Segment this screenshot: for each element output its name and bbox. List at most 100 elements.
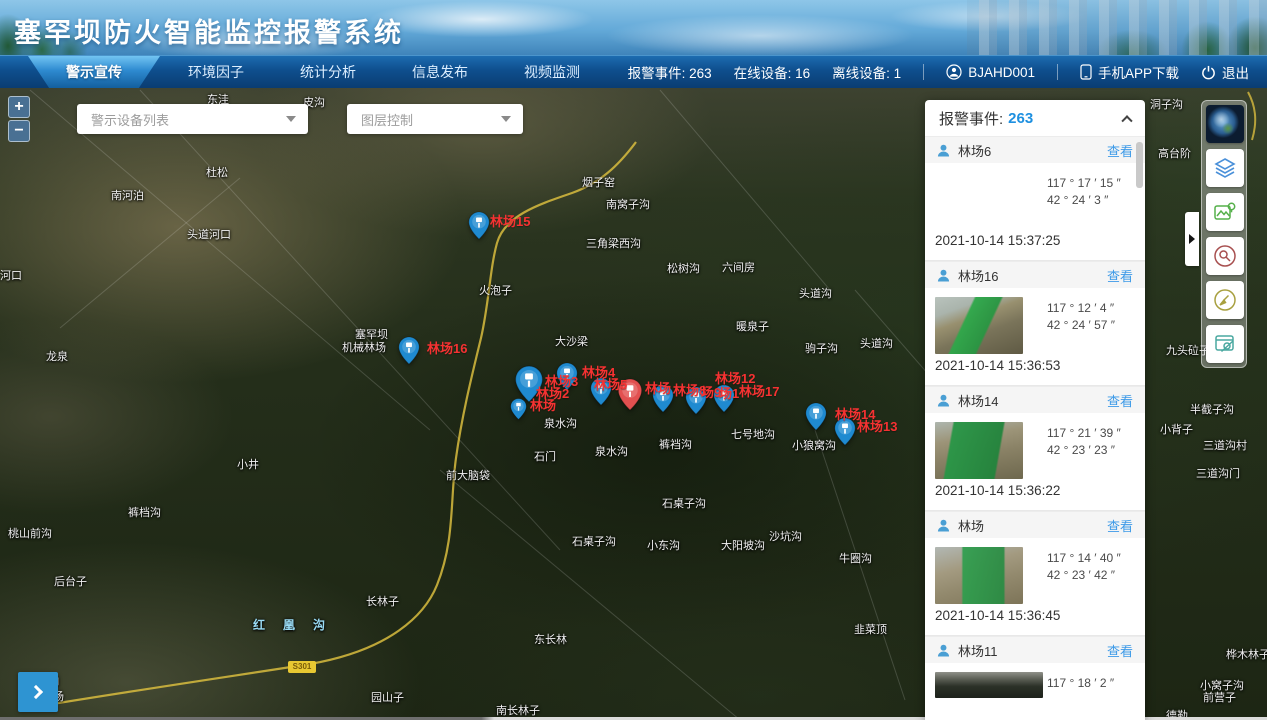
person-icon — [937, 144, 950, 157]
map-place-label: 前大脑袋 — [446, 467, 490, 483]
toolbar-collapse-tab[interactable] — [1185, 212, 1199, 266]
alarm-events-panel: 报警事件: 263 林场6查看117 ° 17 ′ 15 ″42 ° 24 ′ … — [925, 100, 1145, 720]
view-link[interactable]: 查看 — [1107, 141, 1133, 160]
expand-panel-button[interactable] — [18, 672, 58, 712]
tab-环境因子[interactable]: 环境因子 — [160, 56, 272, 88]
person-icon — [937, 269, 950, 282]
map-place-label: 小井 — [237, 456, 259, 472]
marker-label-林场17: 林场17 — [739, 381, 779, 400]
layers-button[interactable] — [1206, 149, 1244, 187]
person-icon — [937, 644, 950, 657]
alarm-count: 263 — [1008, 110, 1033, 127]
map-location-button[interactable] — [1206, 193, 1244, 231]
map-place-label: 桦木林子 — [1226, 646, 1267, 662]
map-place-label: 三角梁西沟 — [586, 235, 641, 251]
view-link[interactable]: 查看 — [1107, 391, 1133, 410]
map-place-label: 半截子沟 — [1190, 401, 1234, 417]
alarm-item-body: 117 ° 12 ′ 4 ″42 ° 24 ′ 57 ″2021-10-14 1… — [925, 288, 1145, 385]
alarm-item-header: 林场16 查看 — [925, 261, 1145, 288]
map-place-label: 园山子 — [371, 689, 404, 705]
alarm-coordinates: 117 ° 14 ′ 40 ″42 ° 23 ′ 42 ″ — [1047, 550, 1121, 584]
logout-button[interactable]: 退出 — [1201, 62, 1249, 82]
map-place-label: 南河泊 — [111, 187, 144, 203]
map-place-label: 杜松 — [206, 164, 228, 180]
alarm-thumbnail[interactable] — [935, 672, 1043, 698]
marker-label-林场: 林场 — [645, 378, 671, 397]
person-icon — [937, 519, 950, 532]
tab-警示宣传[interactable]: 警示宣传 — [28, 56, 160, 88]
alarm-item-body: 117 ° 21 ′ 39 ″42 ° 23 ′ 23 ″2021-10-14 … — [925, 413, 1145, 510]
map-place-label: 南长林子 — [496, 702, 540, 718]
tab-视频监测[interactable]: 视频监测 — [496, 56, 608, 88]
latitude: 42 ° 23 ′ 42 ″ — [1047, 567, 1121, 584]
stat-离线设备: 离线设备: 1 — [832, 62, 901, 82]
map-place-label: 后台子 — [54, 573, 87, 589]
device-list-dropdown-label: 警示设备列表 — [91, 110, 286, 129]
alarm-site-name: 林场14 — [958, 391, 998, 410]
alarm-thumbnail[interactable] — [935, 297, 1023, 354]
map-place-label: 小背子 — [1160, 421, 1193, 437]
collapse-panel-chevron-up-icon[interactable] — [1121, 115, 1132, 126]
map-place-label: 河口 — [0, 267, 22, 283]
app-download-button[interactable]: 手机APP下载 — [1080, 62, 1179, 82]
alarm-item-header: 林场6 查看 — [925, 136, 1145, 163]
alarm-item-林场11: 林场11查看117 ° 18 ′ 2 ″ — [925, 636, 1145, 720]
map-place-label: 桃山前沟 — [8, 525, 52, 541]
alarm-site-name: 林场16 — [958, 266, 998, 285]
road-number-badge: S301 — [288, 661, 316, 673]
map-place-label: 长林子 — [366, 593, 399, 609]
map-place-label: 龙泉 — [46, 348, 68, 364]
longitude: 117 ° 21 ′ 39 ″ — [1047, 425, 1121, 442]
map-place-label: 小东沟 — [647, 537, 680, 553]
alarm-coordinates: 117 ° 17 ′ 15 ″42 ° 24 ′ 3 ″ — [1047, 175, 1121, 209]
layer-control-dropdown[interactable]: 图层控制 — [347, 104, 523, 134]
panel-scrollbar[interactable] — [1136, 142, 1143, 188]
map-place-label: 南窝子沟 — [606, 196, 650, 212]
clear-map-button[interactable] — [1206, 281, 1244, 319]
map-toolbar — [1201, 100, 1247, 368]
tab-统计分析[interactable]: 统计分析 — [272, 56, 384, 88]
stat-在线设备: 在线设备: 16 — [734, 62, 811, 82]
hide-window-button[interactable] — [1206, 325, 1244, 363]
view-link[interactable]: 查看 — [1107, 516, 1133, 535]
alarm-item-header: 林场11 查看 — [925, 636, 1145, 663]
map-place-label: 七号地沟 — [731, 426, 775, 442]
globe-view-button[interactable] — [1206, 105, 1244, 143]
alarm-item-body: 117 ° 17 ′ 15 ″42 ° 24 ′ 3 ″2021-10-14 1… — [925, 163, 1145, 260]
marker-label-林场13: 林场13 — [857, 416, 897, 435]
alarm-item-林场16: 林场16 查看 117 ° 12 ′ 4 ″42 ° 24 ′ 57 ″2021-1… — [925, 261, 1145, 386]
marker-林场14[interactable] — [805, 402, 827, 436]
phone-icon — [1080, 64, 1092, 80]
view-link[interactable]: 查看 — [1107, 641, 1133, 660]
zoom-in-button[interactable]: + — [8, 96, 30, 118]
search-area-button[interactable] — [1206, 237, 1244, 275]
chevron-down-icon — [501, 116, 511, 122]
user-account-button[interactable]: BJAHD001 — [946, 64, 1035, 80]
alarm-site-name: 林场11 — [958, 641, 998, 660]
longitude: 117 ° 12 ′ 4 ″ — [1047, 300, 1115, 317]
map-place-label: 韭菜顶 — [854, 621, 887, 637]
map-place-label: 红凰沟 — [253, 616, 343, 633]
alarm-thumbnail[interactable] — [935, 547, 1023, 604]
device-list-dropdown[interactable]: 警示设备列表 — [77, 104, 308, 134]
zoom-out-button[interactable]: − — [8, 120, 30, 142]
satellite-map[interactable]: 东洼皮沟杜松南河泊头道河口河口烟子窑南窝子沟三角梁西沟松树沟六间房四道沟火泡子头… — [0, 88, 1267, 720]
view-link[interactable]: 查看 — [1107, 266, 1133, 285]
broom-icon — [1213, 288, 1237, 312]
tab-信息发布[interactable]: 信息发布 — [384, 56, 496, 88]
map-place-label: 泉水沟 — [595, 443, 628, 459]
alarm-timestamp: 2021-10-14 15:36:22 — [935, 483, 1060, 498]
alarm-item-林场: 林场查看117 ° 14 ′ 40 ″42 ° 23 ′ 42 ″2021-10… — [925, 511, 1145, 636]
marker-林场16[interactable] — [398, 336, 420, 370]
marker-label-林场16: 林场16 — [427, 338, 467, 357]
map-place-label: 石门 — [534, 448, 556, 464]
marker-林场15[interactable] — [468, 211, 490, 245]
alarm-thumbnail[interactable] — [935, 422, 1023, 479]
map-place-label: 石桌子沟 — [662, 495, 706, 511]
map-place-label: 头道沟 — [860, 335, 893, 351]
power-icon — [1201, 65, 1216, 80]
map-place-label: 烟子窑 — [582, 174, 615, 190]
map-place-label: 裤档沟 — [128, 504, 161, 520]
alarm-site-name: 林场6 — [958, 141, 991, 160]
marker-林场2[interactable] — [510, 398, 527, 425]
